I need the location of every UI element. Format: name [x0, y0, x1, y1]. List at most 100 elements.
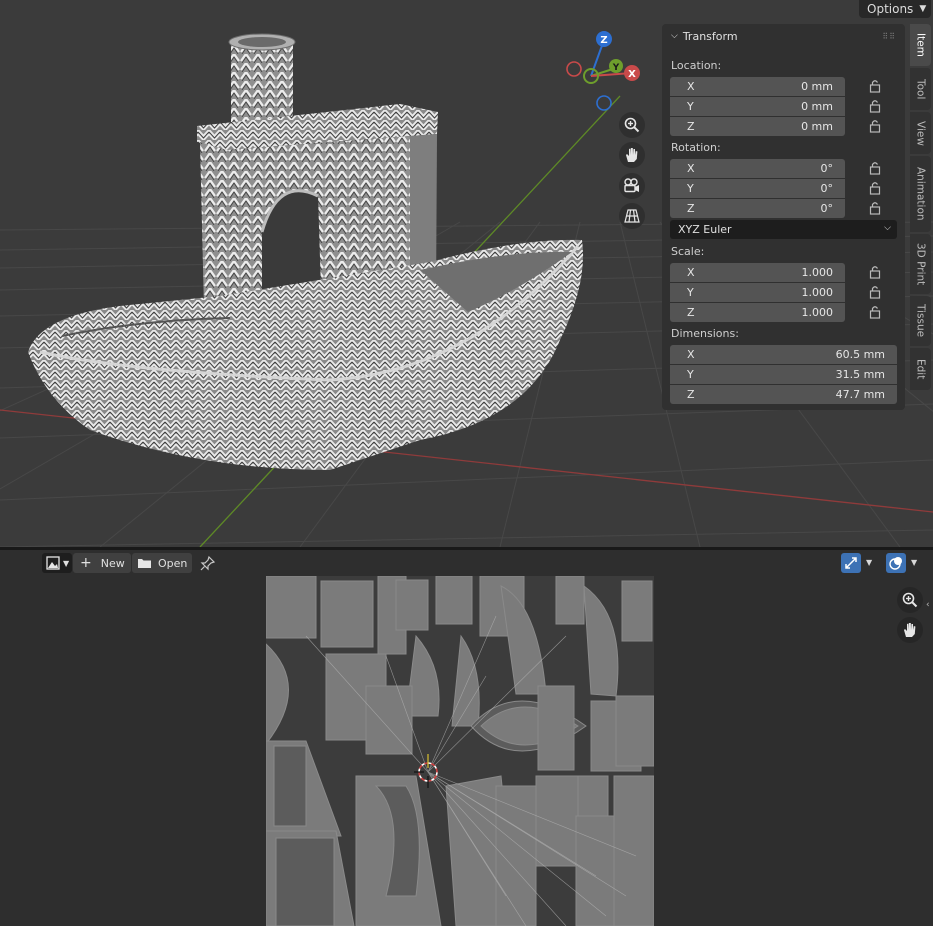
chevron-down-icon[interactable]: ▼ — [911, 558, 917, 567]
pan-button[interactable] — [619, 142, 645, 168]
tab-edit[interactable]: Edit — [910, 348, 931, 390]
field-value: 1.000 — [801, 266, 834, 279]
tab-label: Item — [914, 33, 927, 57]
field-value: 47.7 mm — [835, 388, 885, 401]
options-dropdown[interactable]: Options ▼ — [859, 0, 931, 18]
lock-icon[interactable] — [869, 99, 881, 113]
tab-item[interactable]: Item — [910, 24, 931, 66]
field-value: 1.000 — [801, 286, 834, 299]
lock-icon[interactable] — [869, 305, 881, 319]
tab-label: 3D Print — [914, 242, 927, 286]
field-value: 0° — [820, 162, 834, 175]
3d-viewport[interactable]: Options ▼ Z Y X ⌵ Transform ⠿⠿ Location:… — [0, 0, 933, 547]
location-z-field[interactable]: Z 0 mm — [670, 117, 845, 136]
tab-label: View — [914, 120, 927, 146]
tab-tool[interactable]: Tool — [910, 68, 931, 110]
transform-panel-header[interactable]: ⌵ Transform ⠿⠿ — [662, 24, 905, 48]
dimensions-z-field[interactable]: Z 47.7 mm — [670, 385, 897, 404]
sidebar-expand-icon[interactable]: ‹ — [926, 600, 930, 610]
chevron-down-icon[interactable]: ▼ — [866, 558, 872, 567]
scale-x-field[interactable]: X 1.000 — [670, 263, 845, 282]
z-axis-label: Z — [600, 35, 607, 46]
neg-z-axis-handle — [596, 95, 612, 111]
location-x-field[interactable]: X 0 mm — [670, 77, 845, 96]
scale-y-field[interactable]: Y 1.000 — [670, 283, 845, 302]
neg-x-axis-handle — [566, 61, 582, 77]
perspective-toggle-button[interactable] — [619, 203, 645, 229]
x-axis-label: X — [628, 69, 636, 80]
uv-canvas[interactable] — [265, 575, 655, 926]
tab-view[interactable]: View — [910, 112, 931, 154]
field-value: 0 mm — [801, 100, 833, 113]
axis-label: Y — [687, 100, 694, 113]
tab-label: Edit — [914, 358, 927, 380]
new-image-button[interactable]: + New — [73, 553, 131, 573]
zoom-button[interactable] — [619, 112, 645, 138]
axis-label: X — [687, 162, 695, 175]
scale-z-field[interactable]: Z 1.000 — [670, 303, 845, 322]
dimensions-y-field[interactable]: Y 31.5 mm — [670, 365, 897, 384]
tab-label: Tissue — [914, 304, 927, 338]
rotation-x-field[interactable]: X 0° — [670, 159, 845, 178]
axis-label: Z — [687, 120, 695, 133]
perspective-grid-icon — [624, 209, 640, 223]
tab-label: Animation — [914, 167, 927, 221]
chevron-down-icon: ⌵ — [671, 31, 678, 41]
rotation-mode-dropdown[interactable]: XYZ Euler ⌵ — [670, 220, 897, 239]
rotation-y-field[interactable]: Y 0° — [670, 179, 845, 198]
overlay-button[interactable] — [886, 553, 906, 573]
drag-grip-icon[interactable]: ⠿⠿ — [882, 32, 896, 41]
lock-icon[interactable] — [869, 265, 881, 279]
chevron-down-icon: ▼ — [63, 558, 70, 568]
y-axis-label: Y — [612, 63, 620, 73]
uv-zoom-button[interactable] — [897, 587, 923, 613]
blender-window: Options ▼ Z Y X ⌵ Transform ⠿⠿ Location:… — [0, 0, 933, 926]
camera-view-button[interactable] — [619, 173, 645, 199]
axis-label: Y — [687, 286, 694, 299]
rotation-mode-value: XYZ Euler — [678, 223, 732, 236]
axis-label: Y — [687, 368, 694, 381]
uv-pan-button[interactable] — [897, 617, 923, 643]
uv-islands — [265, 575, 655, 926]
options-label: Options — [867, 2, 914, 16]
panel-title: Transform — [682, 29, 738, 43]
axis-label: Z — [687, 306, 695, 319]
new-label: New — [100, 556, 125, 570]
lock-icon[interactable] — [869, 79, 881, 93]
lock-icon[interactable] — [869, 181, 881, 195]
open-label: Open — [158, 556, 188, 570]
axis-label: Z — [687, 202, 695, 215]
field-value: 31.5 mm — [835, 368, 885, 381]
uv-editor[interactable]: ▼ + New Open ▼ ▼ ‹ — [0, 550, 933, 926]
axis-label: Z — [687, 388, 695, 401]
lock-icon[interactable] — [869, 201, 881, 215]
tab-tissue[interactable]: Tissue — [910, 296, 931, 346]
hand-pan-icon — [626, 148, 638, 162]
navigation-gizmo[interactable]: Z Y X — [560, 28, 650, 114]
axis-label: Y — [687, 182, 694, 195]
plus-icon: + — [80, 555, 92, 571]
rotation-z-field[interactable]: Z 0° — [670, 199, 845, 218]
dimensions-label: Dimensions: — [671, 327, 739, 340]
zoom-icon — [624, 117, 640, 133]
tab-3d-print[interactable]: 3D Print — [910, 234, 931, 294]
camera-icon — [624, 178, 639, 193]
tab-animation[interactable]: Animation — [910, 156, 931, 232]
sync-selection-icon — [845, 557, 857, 569]
uv-sync-selection-button[interactable] — [841, 553, 861, 573]
transform-panel: ⌵ Transform ⠿⠿ Location: X 0 mm Y 0 mm Z 0 … — [662, 24, 905, 410]
open-image-button[interactable]: Open — [132, 553, 192, 573]
lock-icon[interactable] — [869, 285, 881, 299]
field-value: 0 mm — [801, 80, 833, 93]
lock-icon[interactable] — [869, 119, 881, 133]
pin-button[interactable] — [200, 555, 216, 571]
dimensions-x-field[interactable]: X 60.5 mm — [670, 345, 897, 364]
axis-label: X — [687, 266, 695, 279]
location-y-field[interactable]: Y 0 mm — [670, 97, 845, 116]
editor-type-dropdown[interactable]: ▼ — [42, 553, 72, 573]
overlay-icon — [889, 557, 902, 570]
axis-label: X — [687, 80, 695, 93]
field-value: 0° — [820, 202, 834, 215]
lock-icon[interactable] — [869, 161, 881, 175]
pin-icon — [200, 555, 216, 571]
